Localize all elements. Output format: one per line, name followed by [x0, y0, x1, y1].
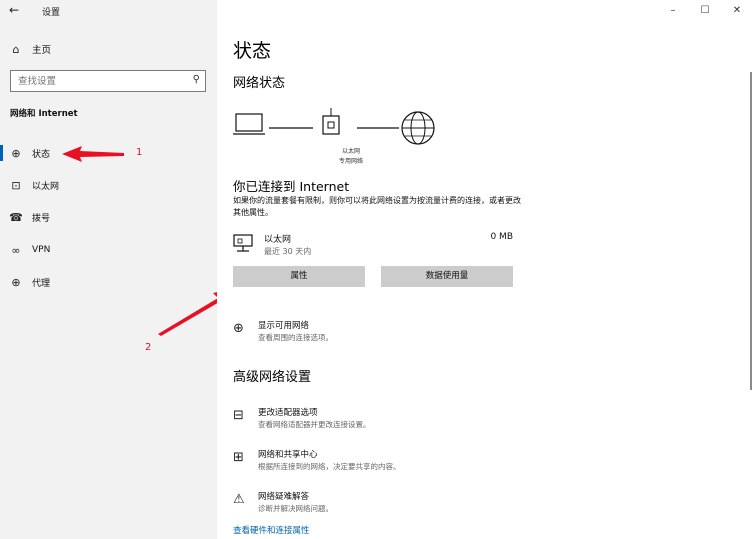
adapter-name: 以太网 [264, 235, 292, 245]
page-title: 状态 [233, 40, 272, 62]
sidebar-item-ethernet[interactable]: ⊡ 以太网 [0, 171, 217, 199]
diagram-label-ethernet: 以太网 [341, 148, 360, 155]
sidebar-item-vpn[interactable]: ∞ VPN [0, 236, 217, 264]
adapter-options-sub: 查看网络适配器并更改连接设置。 [258, 420, 371, 429]
ethernet-port-icon [322, 115, 340, 135]
app-title: 设置 [42, 8, 61, 18]
sidebar-item-dialup[interactable]: ☎ 拨号 [0, 203, 217, 231]
show-networks-title[interactable]: 显示可用网络 [258, 319, 309, 331]
data-usage-button[interactable]: 数据使用量 [381, 266, 513, 287]
adapter-usage: 0 MB [490, 232, 513, 242]
maximize-button[interactable]: ☐ [689, 0, 721, 22]
sidebar-item-label: 代理 [32, 278, 51, 289]
network-diagram: 以太网 专用网络 [233, 108, 443, 168]
adapter-options-icon: ⊟ [233, 408, 244, 423]
close-button[interactable]: ✕ [721, 0, 753, 22]
sharing-center-icon: ⊞ [233, 450, 244, 465]
sidebar-item-label: VPN [32, 245, 51, 255]
dialup-icon: ☎ [9, 210, 23, 224]
minimize-button[interactable]: – [657, 0, 689, 22]
main-content: – ☐ ✕ 状态 网络状态 以太网 专用网络 你已连接到 Internet 如果… [217, 0, 753, 539]
hardware-properties-link[interactable]: 查看硬件和连接属性 [233, 524, 310, 536]
sidebar: ← 设置 ⌂ 主页 ⚲ 网络和 Internet ⊕ 状态 ⊡ 以太网 ☎ 拨号… [0, 0, 217, 539]
troubleshoot-link[interactable]: ⚠ 网络疑难解答 诊断并解决网络问题。 [233, 490, 533, 520]
sidebar-item-label: 拨号 [32, 213, 51, 224]
vpn-icon: ∞ [11, 243, 21, 257]
show-networks-sub: 查看周围的连接选项。 [258, 333, 333, 342]
sharing-center-link[interactable]: ⊞ 网络和共享中心 根据所连接到的网络，决定要共享的内容。 [233, 448, 533, 478]
annotation-arrow-1 [62, 146, 124, 162]
proxy-icon: ⊕ [11, 275, 21, 289]
scrollbar[interactable] [750, 72, 752, 390]
search-box[interactable]: ⚲ [10, 70, 206, 92]
troubleshoot-title[interactable]: 网络疑难解答 [258, 490, 309, 502]
adapter-options-title[interactable]: 更改适配器选项 [258, 406, 318, 418]
search-icon[interactable]: ⚲ [193, 74, 200, 85]
home-label: 主页 [32, 45, 52, 56]
diagram-label-private-network: 专用网络 [338, 158, 363, 165]
properties-button[interactable]: 属性 [233, 266, 365, 287]
sidebar-item-label: 以太网 [32, 181, 60, 192]
show-networks-link[interactable]: ⊕ 显示可用网络 查看周围的连接选项。 [233, 319, 533, 349]
adapter-period: 最近 30 天内 [264, 247, 312, 256]
connection-status-title: 你已连接到 Internet [233, 179, 350, 194]
sharing-center-sub: 根据所连接到的网络，决定要共享的内容。 [258, 462, 401, 471]
home-icon: ⌂ [12, 42, 20, 56]
annotation-number-1: 1 [136, 147, 143, 158]
troubleshoot-sub: 诊断并解决网络问题。 [258, 504, 333, 513]
section-label: 网络和 Internet [10, 109, 78, 119]
connection-status-description: 如果你的流量套餐有限制，则你可以将此网络设置为按流量计费的连接，或者更改其他属性… [233, 196, 521, 217]
laptop-icon [235, 113, 263, 132]
troubleshoot-icon: ⚠ [233, 492, 245, 507]
sidebar-item-home[interactable]: ⌂ 主页 [0, 38, 217, 60]
adapter-icon [233, 234, 253, 252]
sharing-center-title[interactable]: 网络和共享中心 [258, 448, 318, 460]
annotation-number-2: 2 [145, 342, 152, 353]
network-diagram-graphic [233, 108, 435, 145]
window-controls: – ☐ ✕ [657, 0, 753, 22]
back-arrow-icon[interactable]: ← [9, 3, 27, 19]
sidebar-item-label: 状态 [32, 149, 51, 160]
ethernet-icon: ⊡ [11, 178, 21, 192]
network-status-title: 网络状态 [233, 76, 286, 91]
search-input[interactable] [11, 71, 181, 91]
show-networks-icon: ⊕ [233, 321, 244, 336]
advanced-settings-title: 高级网络设置 [233, 370, 312, 385]
adapter-options-link[interactable]: ⊟ 更改适配器选项 查看网络适配器并更改连接设置。 [233, 406, 533, 436]
status-icon: ⊕ [11, 146, 21, 160]
